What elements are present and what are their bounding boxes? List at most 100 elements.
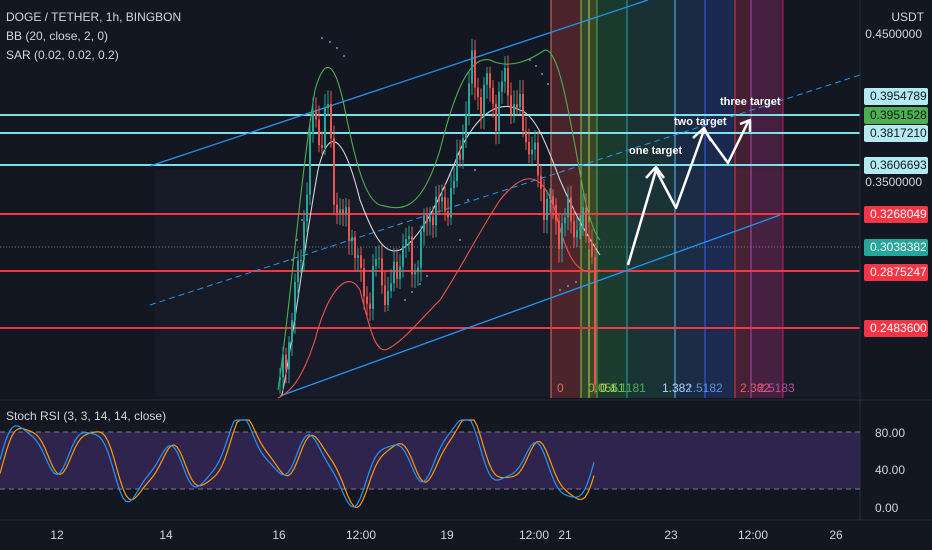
fib-level-label: 2.5183	[758, 381, 795, 395]
sar-indicator-label[interactable]: SAR (0.02, 0.02, 0.2)	[6, 48, 119, 62]
candle-body	[390, 283, 392, 292]
candle-body	[444, 197, 446, 212]
fib-level-label: 0.1181	[610, 381, 646, 395]
stoch-band	[0, 432, 860, 489]
candle-body	[495, 103, 497, 131]
candle-body	[441, 197, 443, 202]
candle-body	[324, 107, 326, 148]
candle-body	[447, 211, 449, 218]
candle-body	[573, 221, 575, 238]
price-label: 0.2483600	[864, 320, 928, 337]
candle-body	[489, 73, 491, 88]
candle-body	[363, 268, 365, 297]
two-target-label: two target	[674, 116, 727, 128]
candle-body	[306, 194, 308, 222]
candle-body	[576, 230, 578, 238]
fib-level-label: 1.5182	[686, 381, 723, 395]
candle-body	[303, 221, 305, 260]
time-tick: 19	[440, 528, 454, 542]
candle-body	[579, 228, 581, 231]
candle-body	[591, 242, 593, 257]
candle-body	[459, 153, 461, 160]
candle-body	[483, 84, 485, 116]
candle-body	[453, 180, 455, 189]
candle-body	[411, 236, 413, 275]
stoch-rsi-label[interactable]: Stoch RSI (3, 3, 14, 14, close)	[6, 409, 166, 423]
price-label: 0.3954789	[864, 88, 928, 105]
currency-label[interactable]: USDT	[891, 10, 924, 24]
candle-body	[450, 188, 452, 218]
time-tick: 12:00	[737, 528, 769, 542]
time-tick: 26	[829, 528, 843, 542]
candle-body	[399, 266, 401, 279]
time-tick: 23	[664, 528, 678, 542]
time-tick: 12	[50, 528, 64, 542]
candle-body	[552, 196, 554, 205]
candle-body	[435, 196, 437, 226]
three-target-label: three target	[720, 96, 781, 108]
symbol-title[interactable]: DOGE / TETHER, 1h, BINGBON	[6, 10, 181, 24]
candle-body	[522, 93, 524, 131]
candle-body	[423, 215, 425, 232]
candle-body	[570, 197, 572, 222]
stoch-tick: 80.00	[875, 426, 906, 440]
candle-body	[564, 217, 566, 224]
candle-body	[468, 83, 470, 115]
candle-body	[393, 261, 395, 284]
price-label: 0.3606693	[864, 157, 928, 174]
candle-body	[525, 130, 527, 143]
candle-body	[501, 81, 503, 92]
price-label: 0.3268049	[864, 206, 928, 223]
candle-body	[507, 67, 509, 96]
candle-body	[279, 377, 281, 380]
candle-body	[396, 261, 398, 279]
candle-body	[567, 197, 569, 218]
candle-body	[294, 281, 296, 321]
candle-body	[354, 236, 356, 258]
candle-body	[546, 198, 548, 220]
candle-body	[366, 296, 368, 304]
candle-body	[558, 220, 560, 249]
candle-body	[282, 354, 284, 378]
candle-body	[540, 175, 542, 189]
candle-body	[336, 204, 338, 213]
candle-body	[345, 207, 347, 214]
fib-level-label: 0	[557, 381, 564, 395]
bb-indicator-label[interactable]: BB (20, close, 2, 0)	[6, 29, 108, 43]
candle-body	[315, 111, 317, 120]
time-tick: 12:00	[345, 528, 377, 542]
candle-body	[492, 87, 494, 104]
candle-body	[588, 236, 590, 243]
candle-body	[378, 258, 380, 260]
candle-body	[333, 138, 335, 205]
time-tick: 21	[558, 528, 572, 542]
candle-body	[426, 215, 428, 223]
candle-body	[438, 196, 440, 202]
candle-body	[375, 259, 377, 267]
time-tick: 14	[159, 528, 173, 542]
candle-body	[342, 209, 344, 214]
candle-body	[351, 236, 353, 242]
candle-body	[369, 303, 371, 309]
candle-body	[288, 342, 290, 370]
candle-body	[594, 256, 596, 385]
candle-body	[318, 119, 320, 146]
candle-body	[330, 103, 332, 139]
price-tick: 0.3500000	[865, 175, 922, 189]
candle-body	[480, 96, 482, 116]
price-label: 0.3817210	[864, 125, 928, 142]
candle-body	[528, 142, 530, 155]
candle-body	[498, 91, 500, 131]
candle-body	[486, 73, 488, 85]
price-tick: 0.4500000	[865, 27, 922, 41]
time-tick: 16	[272, 528, 286, 542]
candle-body	[519, 93, 521, 108]
candle-body	[327, 103, 329, 108]
chart-canvas[interactable]	[0, 0, 932, 550]
candle-body	[516, 104, 518, 108]
candle-body	[555, 204, 557, 221]
candle-body	[471, 50, 473, 84]
price-label: 0.3038382	[864, 239, 928, 256]
candle-body	[405, 239, 407, 246]
candle-body	[477, 87, 479, 97]
